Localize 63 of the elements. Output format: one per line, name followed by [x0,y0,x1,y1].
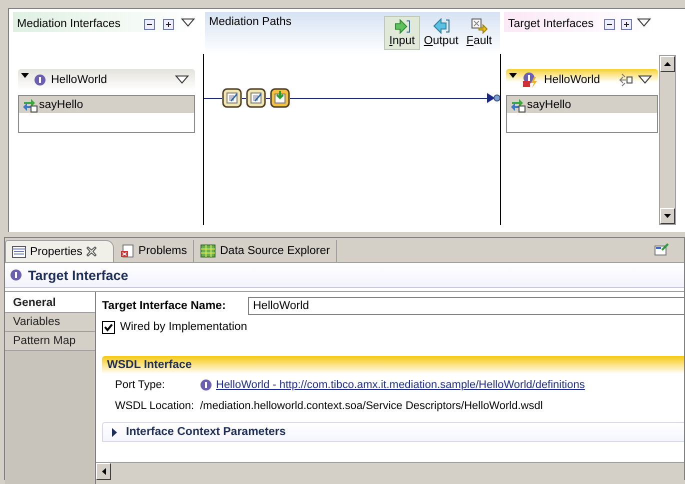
title-text: Target Interface [28,268,128,282]
fault-button[interactable]: Fault [462,16,496,50]
field-label: Target Interface Name: [102,300,227,312]
collapsed-triangle-icon[interactable] [112,428,118,436]
horizontal-scrollbar[interactable] [96,462,684,480]
view-tab[interactable]: Data Source Explorer [194,240,337,262]
view-tab[interactable]: Problems [114,240,194,262]
interface-header[interactable]: HelloWorld [18,69,195,91]
expand-all-icon[interactable] [162,18,175,31]
data-source-icon [200,244,216,258]
dropdown-icon[interactable] [638,75,652,85]
scroll-down-arrow-icon[interactable] [664,214,671,218]
transform-step-icon[interactable] [222,88,242,108]
close-icon[interactable] [86,246,98,257]
expand-triangle-icon[interactable] [21,73,29,79]
expand-triangle-icon[interactable] [509,73,517,79]
section-title: Mediation Interfaces [17,18,122,30]
operation-item[interactable]: sayHello [507,96,657,113]
new-window-icon[interactable] [654,242,670,256]
arrow-out-icon [432,18,450,34]
transform-step-icon[interactable] [246,88,266,108]
problems-icon [120,244,134,258]
scroll-up-arrow-icon[interactable] [664,62,671,66]
wiring-icon[interactable] [619,73,633,87]
interface-icon [10,269,22,281]
menu-dropdown-icon[interactable] [181,18,195,28]
scroll-left-arrow-icon[interactable] [102,468,106,475]
name-input-field[interactable]: HelloWorld [248,297,684,315]
field-label: Port Type: [115,378,166,390]
menu-dropdown-icon[interactable] [637,18,651,28]
checkbox[interactable] [102,320,115,334]
field-label: WSDL Location: [115,400,196,412]
dropdown-icon[interactable] [175,75,189,85]
view-tab[interactable]: Properties [5,240,114,262]
fault-icon [470,18,488,34]
arrow-head-icon [487,93,500,103]
arrow-in-icon [393,19,412,34]
operation-item[interactable]: sayHello [19,96,194,113]
interface-name: HelloWorld [51,74,108,86]
collapse-all-icon[interactable] [143,18,156,31]
section-header[interactable]: WSDL Interface [102,356,684,374]
properties-icon [12,246,26,258]
target-interface-icon [522,72,539,88]
side-tab[interactable]: Variables [5,313,95,332]
interface-header[interactable]: HelloWorld [506,69,658,91]
side-tab[interactable]: General [5,292,95,313]
vertical-scrollbar[interactable] [659,55,676,225]
collapse-all-icon[interactable] [603,18,616,31]
section-header[interactable]: Interface Context Parameters [102,422,684,442]
section-title: Mediation Paths [209,16,292,28]
input-button[interactable]: Input [384,16,420,50]
expand-all-icon[interactable] [620,18,633,31]
output-button[interactable]: Output [420,16,462,50]
port-type-link[interactable]: HelloWorld - http://com.tibco.amx.it.mediation.sample/HelloWorld/definitions [216,378,585,390]
interface-name: HelloWorld [544,74,602,86]
interface-icon [34,74,46,86]
section-title: Target Interfaces [508,18,595,30]
checkbox-label: Wired by Implementation [120,321,248,333]
side-tab[interactable]: Pattern Map [5,332,95,351]
wsdl-location: /mediation.helloworld.context.soa/Service Descriptors/HelloWorld.wsdl [200,400,543,412]
interface-icon [200,378,212,390]
mediation-path[interactable] [204,88,500,108]
route-step-icon[interactable] [270,88,290,108]
